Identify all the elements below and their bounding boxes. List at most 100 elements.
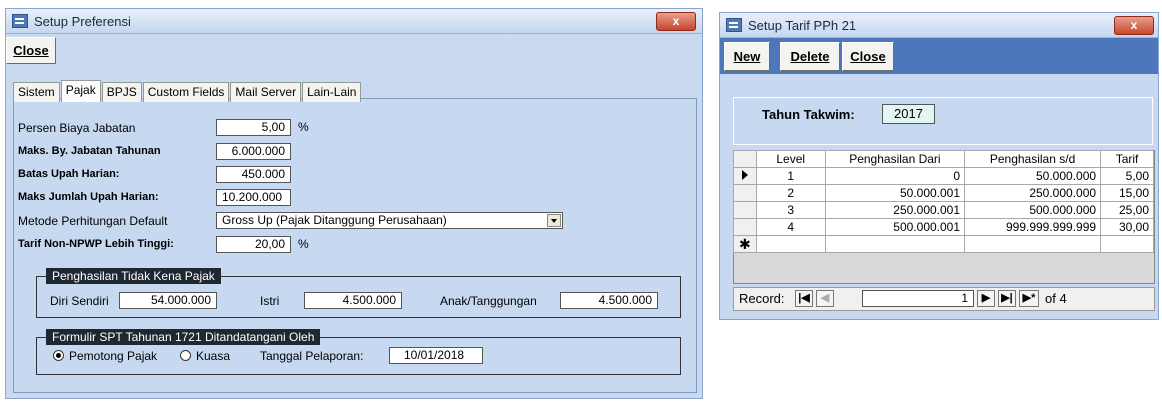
table-row[interactable]: 2 50.000.001 250.000.000 15,00 [733,184,1154,202]
tab-custom-fields[interactable]: Custom Fields [142,82,230,102]
dropdown-arrow-icon[interactable] [547,214,561,227]
tab-sistem[interactable]: Sistem [13,82,60,102]
toolbar-tarif: New Delete Close [720,38,1158,74]
radio-kuasa[interactable] [180,350,191,361]
new-button-label: New [733,49,761,64]
nav-prev-icon[interactable]: ◀ [816,290,834,307]
tanggal-pelaporan-label: Tanggal Pelaporan: [260,349,364,363]
tab-lain-lain[interactable]: Lain-Lain [302,82,362,102]
radio-kuasa-label: Kuasa [196,349,231,363]
tarif-non-npwp-input[interactable]: 20,00 [216,236,291,253]
col-tarif[interactable]: Tarif [1100,150,1154,168]
maks-by-jabatan-label: Maks. By. Jabatan Tahunan [18,145,161,157]
delete-button[interactable]: Delete [780,42,840,71]
cell-level[interactable]: 2 [755,184,826,202]
close-button[interactable]: Close [6,37,56,64]
record-current-input[interactable]: 1 [862,290,974,307]
metode-select[interactable]: Gross Up (Pajak Ditanggung Perusahaan) [216,212,563,229]
window-app-icon [726,18,742,32]
cell-level[interactable]: 1 [755,167,826,185]
cell-sd[interactable]: 500.000.000 [964,201,1102,219]
tahun-takwim-input[interactable]: 2017 [882,104,935,124]
window-app-icon [12,14,28,28]
tarif-unit: % [298,237,309,251]
record-label: Record: [739,291,785,306]
cell-empty[interactable] [755,235,826,253]
maks-jumlah-upah-input[interactable]: 10.200.000 [216,189,291,206]
metode-label: Metode Perhitungan Default [18,214,168,228]
new-button[interactable]: New [724,42,770,71]
close-x-icon[interactable]: x [1114,16,1154,35]
maks-jumlah-upah-label: Maks Jumlah Upah Harian: [18,191,159,203]
title-bar-tarif: Setup Tarif PPh 21 x [720,13,1158,38]
close-button-tarif-label: Close [850,49,886,64]
col-penghasilan-dari[interactable]: Penghasilan Dari [824,150,966,168]
cell-tarif[interactable]: 5,00 [1100,167,1154,185]
cell-dari[interactable]: 50.000.001 [824,184,966,202]
close-button-tarif[interactable]: Close [842,42,894,71]
new-record-row[interactable]: ✱ [733,235,1154,253]
batas-upah-harian-label: Batas Upah Harian: [18,168,120,180]
istri-input[interactable]: 4.500.000 [304,292,402,309]
anak-tanggungan-input[interactable]: 4.500.000 [560,292,658,309]
new-record-star-icon[interactable]: ✱ [733,235,757,253]
cell-level[interactable]: 3 [755,201,826,219]
tahun-takwim-label: Tahun Takwim: [762,107,855,122]
diri-sendiri-label: Diri Sendiri [50,294,109,308]
cell-sd[interactable]: 250.000.000 [964,184,1102,202]
record-selector[interactable] [733,218,757,236]
table-row[interactable]: 3 250.000.001 500.000.000 25,00 [733,201,1154,219]
cell-empty[interactable] [1100,235,1154,253]
record-selector-arrow-icon[interactable] [733,167,757,185]
cell-sd[interactable]: 50.000.000 [964,167,1102,185]
ptkp-group-title: Penghasilan Tidak Kena Pajak [46,268,221,284]
toolbar: Close [6,34,702,67]
istri-label: Istri [260,294,280,308]
nav-next-icon[interactable]: ▶ [977,290,995,307]
cell-empty[interactable] [964,235,1102,253]
nav-last-icon[interactable]: ▶| [998,290,1016,307]
tanggal-pelaporan-input[interactable]: 10/01/2018 [389,347,483,364]
diri-sendiri-input[interactable]: 54.000.000 [119,292,217,309]
persen-biaya-jabatan-input[interactable]: 5,00 [216,119,291,136]
window-title-tarif: Setup Tarif PPh 21 [748,17,857,33]
col-level[interactable]: Level [755,150,826,168]
cell-tarif[interactable]: 15,00 [1100,184,1154,202]
record-selector[interactable] [733,201,757,219]
cell-tarif[interactable]: 25,00 [1100,201,1154,219]
title-bar: Setup Preferensi x [6,9,702,34]
tarif-table: Level Penghasilan Dari Penghasilan s/d T… [733,150,1154,253]
tab-strip: Sistem Pajak BPJS Custom Fields Mail Ser… [13,80,362,102]
persen-biaya-jabatan-label: Persen Biaya Jabatan [18,121,136,135]
radio-pemotong-pajak-label: Pemotong Pajak [69,349,158,363]
record-of-label: of 4 [1045,291,1067,306]
table-row[interactable]: 4 500.000.001 999.999.999.999 30,00 [733,218,1154,236]
nav-new-icon[interactable]: ▶* [1019,290,1039,307]
col-penghasilan-sd[interactable]: Penghasilan s/d [964,150,1102,168]
table-header-row: Level Penghasilan Dari Penghasilan s/d T… [733,150,1154,168]
maks-by-jabatan-input[interactable]: 6.000.000 [216,143,291,160]
window-title: Setup Preferensi [34,13,131,29]
cell-dari[interactable]: 500.000.001 [824,218,966,236]
tarif-non-npwp-label: Tarif Non-NPWP Lebih Tinggi: [18,238,174,250]
tab-bpjs[interactable]: BPJS [101,82,142,102]
cell-empty[interactable] [824,235,966,253]
table-row[interactable]: 1 0 50.000.000 5,00 [733,167,1154,185]
tab-mail-server[interactable]: Mail Server [230,82,302,102]
anak-tanggungan-label: Anak/Tanggungan [440,294,537,308]
delete-button-label: Delete [790,49,830,64]
cell-level[interactable]: 4 [755,218,826,236]
radio-pemotong-pajak[interactable] [53,350,64,361]
record-selector[interactable] [733,184,757,202]
metode-select-value: Gross Up (Pajak Ditanggung Perusahaan) [222,213,447,227]
spt-group-title: Formulir SPT Tahunan 1721 Ditandatangani… [46,329,321,345]
tab-pajak[interactable]: Pajak [60,80,101,102]
nav-first-icon[interactable]: |◀ [795,290,813,307]
cell-dari[interactable]: 250.000.001 [824,201,966,219]
cell-sd[interactable]: 999.999.999.999 [964,218,1102,236]
cell-tarif[interactable]: 30,00 [1100,218,1154,236]
cell-dari[interactable]: 0 [824,167,966,185]
batas-upah-harian-input[interactable]: 450.000 [216,166,291,183]
close-x-icon[interactable]: x [656,12,696,31]
persen-unit: % [298,120,309,134]
